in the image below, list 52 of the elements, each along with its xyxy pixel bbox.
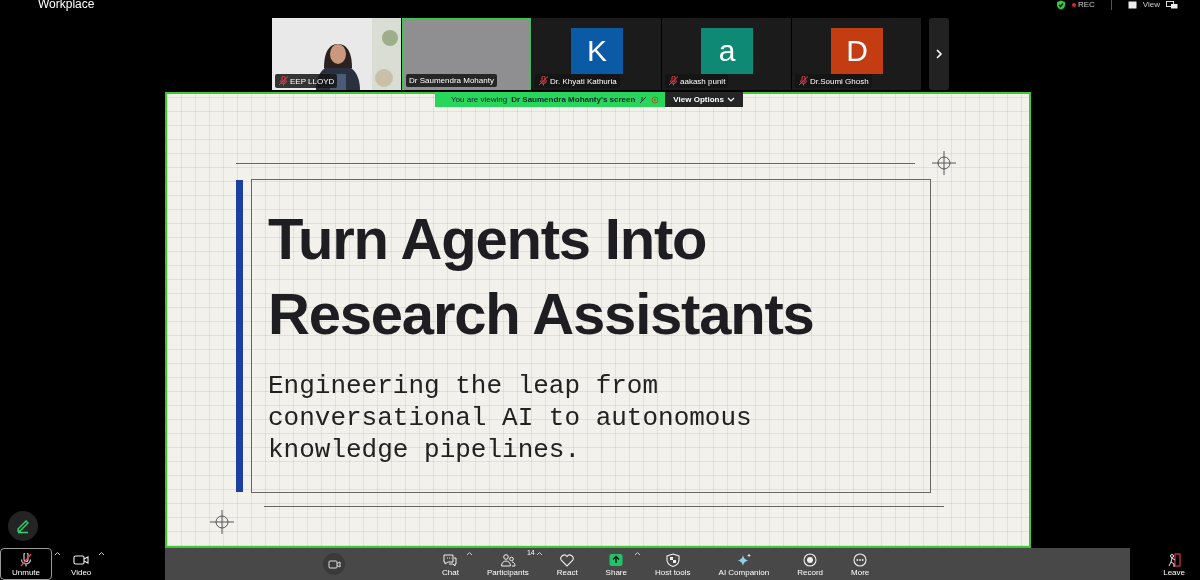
chat-bubbles-icon	[442, 553, 459, 567]
chevron-down-icon	[726, 97, 735, 102]
participant-name: Dr. Khyati Kathuria	[535, 74, 620, 88]
avatar-initial: D	[831, 28, 883, 74]
participant-name: Dr Saumendra Mohanty	[406, 74, 497, 87]
share-button[interactable]: Share	[600, 548, 632, 580]
ai-button[interactable]: AI Companion	[713, 548, 775, 580]
window-title: Workplace	[38, 0, 95, 11]
screen-owner: Dr Saumendra Mohanty's screen	[511, 95, 636, 104]
view-icon	[1127, 1, 1137, 9]
viewing-label: You are viewing	[451, 95, 508, 104]
crosshair-icon	[932, 151, 956, 175]
participant-name: EEP LLOYD	[275, 74, 338, 88]
more-button[interactable]: More	[846, 548, 875, 580]
chat-button[interactable]: Chat	[437, 548, 464, 580]
host-button[interactable]: Host tools	[649, 548, 696, 580]
avatar-initial: a	[701, 28, 753, 74]
participant-name: aakash punit	[665, 74, 729, 88]
mic-muted-icon	[639, 95, 648, 104]
slide-subtitle: Engineering the leap from conversational AI to autonomous knowledge pipelines.	[268, 370, 753, 466]
sparkle-icon	[735, 553, 752, 567]
chevron-right-icon	[935, 49, 943, 59]
react-button[interactable]: React	[551, 548, 583, 580]
recording-indicator: REC	[1071, 0, 1095, 10]
annotate-button[interactable]	[8, 511, 38, 541]
slide-title: Turn Agents Into Research Assistants	[268, 205, 815, 348]
video-button[interactable]: Video	[66, 548, 97, 580]
people-icon	[499, 553, 516, 567]
record-button[interactable]: Record	[792, 548, 829, 580]
caret-icon[interactable]	[98, 551, 106, 556]
caret-icon[interactable]	[633, 551, 641, 556]
pencil-icon	[15, 518, 31, 534]
video-camera-icon	[327, 558, 341, 570]
status-icon	[651, 95, 660, 104]
avatar-initial: K	[571, 28, 623, 74]
video-camera-icon	[73, 553, 90, 567]
participant-name: Dr.Soumi Ghosh	[795, 74, 872, 88]
heart-icon	[559, 553, 576, 567]
view-menu[interactable]: View	[1142, 0, 1160, 10]
window-icon[interactable]	[1166, 1, 1178, 9]
leave-button[interactable]: Leave	[1158, 548, 1190, 580]
more-icon	[852, 553, 869, 567]
caret-icon[interactable]	[465, 551, 473, 556]
exit-figure-icon	[1166, 553, 1183, 567]
crosshair-icon	[210, 510, 234, 534]
caret-icon[interactable]	[535, 551, 543, 556]
shield-check-icon	[1055, 0, 1066, 10]
shield-icon	[664, 553, 681, 567]
record-icon	[802, 553, 819, 567]
view-options-button[interactable]: View Options	[665, 92, 743, 107]
caret-icon[interactable]	[54, 551, 61, 556]
camera-button[interactable]	[323, 553, 345, 575]
